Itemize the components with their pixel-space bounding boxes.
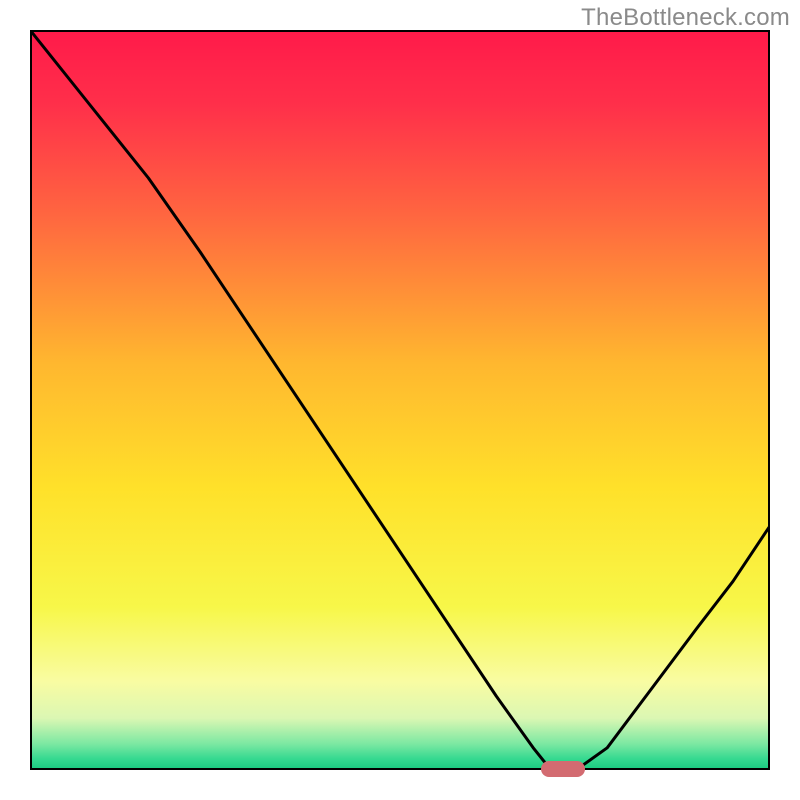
bottleneck-curve [30, 30, 770, 770]
optimal-point-marker [541, 761, 585, 777]
watermark-text: TheBottleneck.com [581, 4, 790, 32]
